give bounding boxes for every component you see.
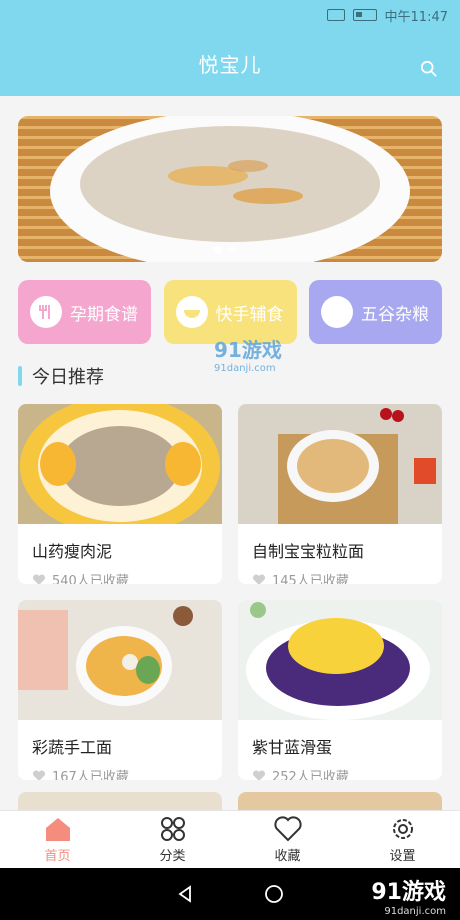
heart-icon bbox=[33, 574, 45, 584]
heart-icon bbox=[253, 574, 265, 584]
section-accent-bar bbox=[18, 366, 22, 386]
recipe-fav-count: 167人已收藏 bbox=[52, 770, 129, 780]
search-icon[interactable] bbox=[420, 60, 438, 78]
fork-knife-icon bbox=[30, 296, 62, 328]
status-bar: 中午11:47 bbox=[0, 0, 460, 30]
carousel-dot bbox=[214, 246, 222, 254]
back-icon[interactable] bbox=[176, 885, 194, 903]
recipe-fav: 145人已收藏 bbox=[238, 564, 442, 584]
heart-icon bbox=[273, 816, 302, 842]
watermark-logo-bottom: 91游戏 91danji.com bbox=[371, 874, 446, 917]
recipe-card[interactable]: 自制宝宝粒粒面 145人已收藏 bbox=[238, 404, 442, 584]
recipe-image bbox=[238, 600, 442, 720]
recipe-card[interactable]: 紫甘蓝滑蛋 252人已收藏 bbox=[238, 600, 442, 780]
recipe-grid: 山药瘦肉泥 540人已收藏 自制宝宝粒粒面 145人已收藏 彩蔬手工面 167人… bbox=[18, 404, 442, 780]
gear-icon bbox=[392, 819, 413, 839]
tab-label: 设置 bbox=[389, 849, 416, 864]
category-label: 五谷杂粮 bbox=[361, 304, 429, 325]
bottom-tab-bar: 首页 分类 收藏 设置 bbox=[0, 810, 460, 868]
recipe-fav-count: 145人已收藏 bbox=[272, 574, 349, 584]
category-pregnancy[interactable]: 孕期食谱 bbox=[18, 280, 151, 344]
watermark-text: 91游戏 bbox=[214, 338, 282, 362]
banner-carousel[interactable] bbox=[18, 116, 442, 262]
watermark-text: 91游戏 bbox=[371, 880, 446, 905]
tab-settings[interactable]: 设置 bbox=[345, 811, 460, 868]
bowl-icon bbox=[175, 296, 208, 328]
home-icon bbox=[45, 818, 70, 841]
vibrate-icon bbox=[326, 9, 345, 21]
category-label: 快手辅食 bbox=[215, 304, 284, 325]
section-title-text: 今日推荐 bbox=[32, 367, 104, 388]
home-circle-icon[interactable] bbox=[264, 884, 284, 904]
recipe-fav: 540人已收藏 bbox=[18, 564, 222, 584]
recipe-name: 自制宝宝粒粒面 bbox=[252, 542, 365, 561]
heart-icon bbox=[33, 770, 45, 780]
recipe-name: 彩蔬手工面 bbox=[32, 738, 113, 757]
recipe-fav-count: 252人已收藏 bbox=[272, 770, 349, 780]
recipe-name: 紫甘蓝滑蛋 bbox=[252, 738, 333, 757]
recipe-image bbox=[18, 404, 222, 536]
tab-label: 首页 bbox=[44, 849, 71, 864]
app-title: 悦宝儿 bbox=[198, 52, 262, 77]
recipe-card[interactable]: 彩蔬手工面 167人已收藏 bbox=[18, 600, 222, 780]
heart-icon bbox=[253, 770, 265, 780]
carousel-dot bbox=[228, 246, 236, 254]
grain-icon bbox=[321, 296, 353, 328]
category-grains[interactable]: 五谷杂粮 bbox=[309, 280, 442, 344]
app-header: 悦宝儿 bbox=[0, 30, 460, 96]
tab-label: 收藏 bbox=[274, 849, 301, 864]
watermark-logo: 91游戏 91danji.com bbox=[214, 334, 282, 374]
recipe-image bbox=[238, 404, 442, 524]
recipe-fav-count: 540人已收藏 bbox=[52, 574, 129, 584]
watermark-sub: 91danji.com bbox=[384, 906, 446, 917]
banner-image bbox=[18, 116, 442, 262]
recipe-card[interactable]: 山药瘦肉泥 540人已收藏 bbox=[18, 404, 222, 584]
recipe-fav: 167人已收藏 bbox=[18, 760, 222, 780]
grid-icon bbox=[160, 817, 185, 841]
recipe-name: 山药瘦肉泥 bbox=[32, 542, 113, 561]
watermark-sub: 91danji.com bbox=[214, 363, 276, 374]
carousel-indicator bbox=[214, 246, 236, 254]
category-label: 孕期食谱 bbox=[70, 304, 138, 325]
recipe-fav: 252人已收藏 bbox=[238, 760, 442, 780]
tab-category[interactable]: 分类 bbox=[115, 811, 230, 868]
recipe-image bbox=[18, 600, 222, 720]
section-title: 今日推荐 bbox=[18, 364, 104, 388]
battery-icon bbox=[352, 9, 377, 21]
tab-home[interactable]: 首页 bbox=[0, 811, 115, 868]
status-time: 中午11:47 bbox=[384, 9, 448, 25]
tab-favorites[interactable]: 收藏 bbox=[230, 811, 345, 868]
tab-label: 分类 bbox=[159, 849, 186, 864]
